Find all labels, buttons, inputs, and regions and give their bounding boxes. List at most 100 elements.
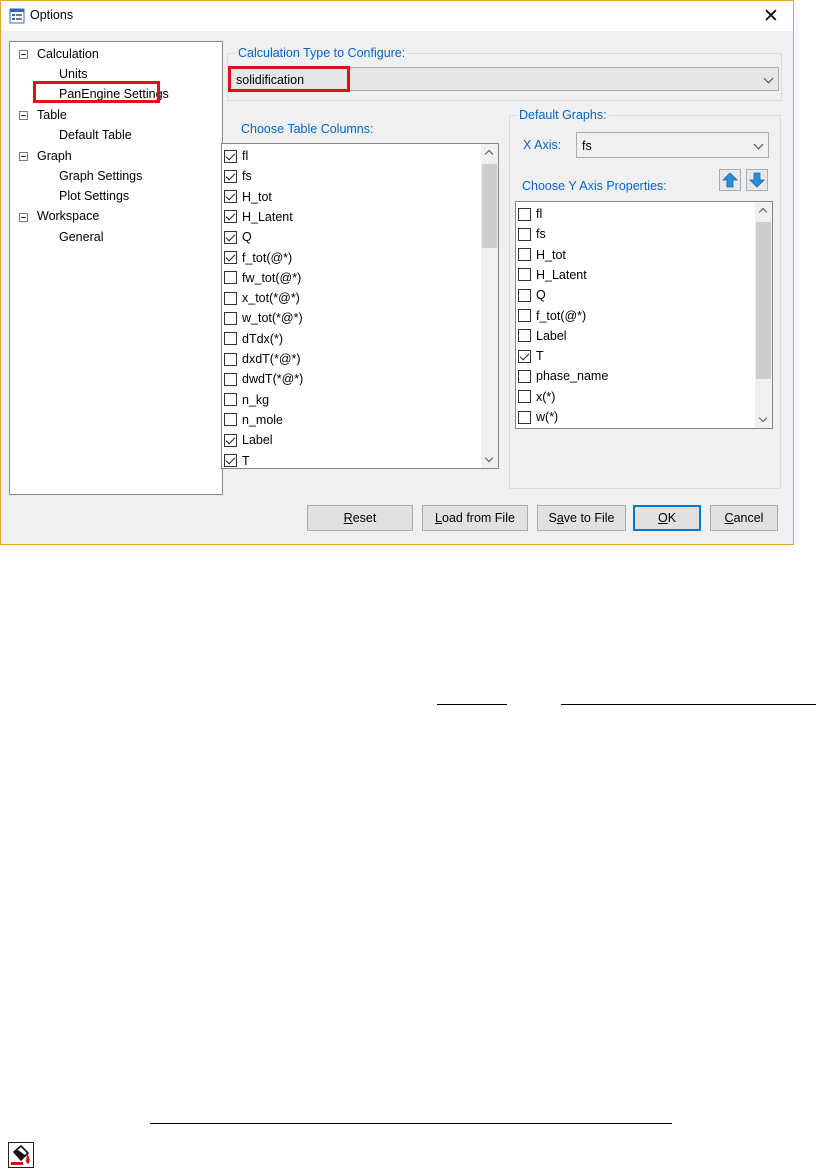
table-column-item[interactable]: Label — [224, 430, 273, 450]
table-column-item[interactable]: H_tot — [224, 187, 272, 207]
move-down-button[interactable] — [746, 169, 768, 191]
y-axis-property-label: w(*) — [536, 410, 559, 424]
load-from-file-button[interactable]: Load from File — [422, 505, 528, 531]
y-axis-property-item[interactable]: H_Latent — [518, 265, 587, 285]
close-button[interactable]: ✕ — [749, 1, 793, 31]
table-column-label: fw_tot(@*) — [242, 270, 302, 285]
save-to-file-button[interactable]: Sa ve to File — [537, 505, 626, 531]
scroll-up-icon[interactable] — [758, 207, 768, 217]
y-axis-property-checkbox[interactable] — [518, 309, 531, 322]
y-axis-property-checkbox[interactable] — [518, 227, 531, 241]
y-axis-property-item[interactable]: Q — [518, 285, 546, 305]
table-column-item[interactable]: fl — [224, 146, 248, 166]
collapse-calculation-icon[interactable] — [19, 50, 28, 59]
y-axis-property-item[interactable]: T — [518, 346, 544, 366]
move-up-button[interactable] — [719, 169, 741, 191]
cancel-button[interactable]: Cancel — [710, 505, 778, 531]
tree-item-table[interactable]: Table — [37, 108, 67, 122]
table-column-item[interactable]: x_tot(*@*) — [224, 288, 300, 308]
y-axis-label: Choose Y Axis Properties: — [522, 179, 667, 193]
table-column-checkbox[interactable] — [224, 230, 237, 244]
table-column-item[interactable]: fw_tot(@*) — [224, 268, 301, 288]
table-column-checkbox[interactable] — [224, 149, 237, 163]
y-axis-property-checkbox[interactable] — [518, 329, 531, 343]
ok-button[interactable]: OK — [633, 505, 701, 531]
y-axis-property-label: fs — [536, 227, 546, 242]
y-axis-property-checkbox[interactable] — [518, 248, 531, 262]
y-axis-property-checkbox[interactable] — [518, 268, 531, 282]
table-column-label: Q — [242, 230, 252, 245]
table-column-item[interactable]: Q — [224, 227, 252, 247]
tree-item-graph[interactable]: Graph — [37, 149, 72, 163]
table-column-label: fl — [242, 149, 249, 163]
options-tree: Calculation Units PanEngine Settings Tab… — [9, 41, 223, 495]
reset-button[interactable]: Reset — [307, 505, 413, 531]
y-axis-property-item[interactable]: Label — [518, 326, 567, 346]
table-column-checkbox[interactable] — [224, 190, 237, 204]
tree-item-units[interactable]: Units — [59, 67, 87, 81]
tree-item-plot-settings[interactable]: Plot Settings — [59, 189, 129, 203]
collapse-workspace-icon[interactable] — [19, 213, 28, 222]
table-column-checkbox[interactable] — [224, 251, 237, 264]
table-column-item[interactable]: n_mole — [224, 410, 283, 430]
table-column-checkbox[interactable] — [224, 311, 237, 325]
y-axis-property-item[interactable]: x(*) — [518, 387, 555, 407]
y-axis-property-checkbox[interactable] — [518, 288, 531, 302]
tree-item-graph-settings[interactable]: Graph Settings — [59, 169, 142, 183]
y-axis-property-item[interactable]: w(*) — [518, 407, 558, 427]
y-axis-property-item[interactable]: H_tot — [518, 245, 566, 265]
table-column-item[interactable]: dxdT(*@*) — [224, 349, 301, 369]
table-column-item[interactable]: f_tot(@*) — [224, 248, 292, 268]
footer-rule — [150, 1123, 672, 1124]
save-label-start: S — [548, 511, 557, 525]
tree-item-general[interactable]: General — [59, 230, 103, 244]
y-axis-property-checkbox[interactable] — [518, 349, 531, 363]
y-axis-property-item[interactable]: phase_name — [518, 366, 608, 386]
table-column-checkbox[interactable] — [224, 372, 237, 386]
table-column-item[interactable]: dwdT(*@*) — [224, 369, 303, 389]
table-column-checkbox[interactable] — [224, 291, 237, 305]
y-axis-property-label: f_tot(@*) — [536, 308, 587, 323]
table-column-item[interactable]: fs — [224, 166, 252, 186]
y-axis-property-checkbox[interactable] — [518, 207, 531, 221]
table-column-checkbox[interactable] — [224, 433, 237, 447]
table-column-label: Label — [242, 433, 273, 448]
table-columns-list: fl fs H_tot H_Latent Qf_tot(@*) fw_tot(@*) x_t… — [221, 143, 499, 469]
tree-item-default-table[interactable]: Default Table — [59, 128, 132, 142]
table-column-item[interactable]: H_Latent — [224, 207, 293, 227]
y-axis-property-checkbox[interactable] — [518, 369, 531, 383]
collapse-table-icon[interactable] — [19, 111, 28, 120]
x-axis-select[interactable]: fs — [576, 132, 769, 158]
table-column-checkbox[interactable] — [224, 169, 237, 183]
scroll-up-icon[interactable] — [484, 149, 494, 159]
y-axis-property-checkbox[interactable] — [518, 390, 531, 404]
scroll-thumb[interactable] — [482, 164, 497, 248]
tree-item-calculation[interactable]: Calculation — [37, 47, 99, 61]
options-dialog: Options ✕ Calculation Units PanEngine Se… — [0, 0, 794, 545]
collapse-graph-icon[interactable] — [19, 152, 28, 161]
y-axis-property-item[interactable]: fl — [518, 204, 542, 224]
table-column-checkbox[interactable] — [224, 271, 237, 285]
table-column-label: x_tot(*@*) — [242, 291, 300, 306]
y-axis-property-item[interactable]: f_tot(@*) — [518, 306, 586, 326]
table-column-checkbox[interactable] — [224, 332, 237, 346]
y-axis-property-checkbox[interactable] — [518, 410, 531, 424]
arrow-down-icon — [749, 172, 765, 188]
table-column-item[interactable]: n_kg — [224, 390, 269, 410]
scroll-thumb[interactable] — [756, 222, 771, 379]
table-column-checkbox[interactable] — [224, 210, 237, 224]
scroll-down-icon[interactable] — [758, 413, 768, 423]
table-column-item[interactable]: dTdx(*) — [224, 329, 283, 349]
tree-item-workspace[interactable]: Workspace — [37, 209, 99, 223]
table-column-checkbox[interactable] — [224, 454, 237, 467]
table-column-checkbox[interactable] — [224, 393, 237, 407]
table-columns-scrollbar[interactable] — [481, 144, 498, 468]
y-axis-property-item[interactable]: fs — [518, 224, 546, 244]
arrow-up-icon — [722, 172, 738, 188]
table-column-item[interactable]: w_tot(*@*) — [224, 308, 303, 328]
y-axis-scrollbar[interactable] — [755, 202, 772, 428]
table-column-checkbox[interactable] — [224, 352, 237, 366]
table-column-item[interactable]: T — [224, 451, 250, 469]
scroll-down-icon[interactable] — [484, 453, 494, 463]
table-column-checkbox[interactable] — [224, 413, 237, 427]
